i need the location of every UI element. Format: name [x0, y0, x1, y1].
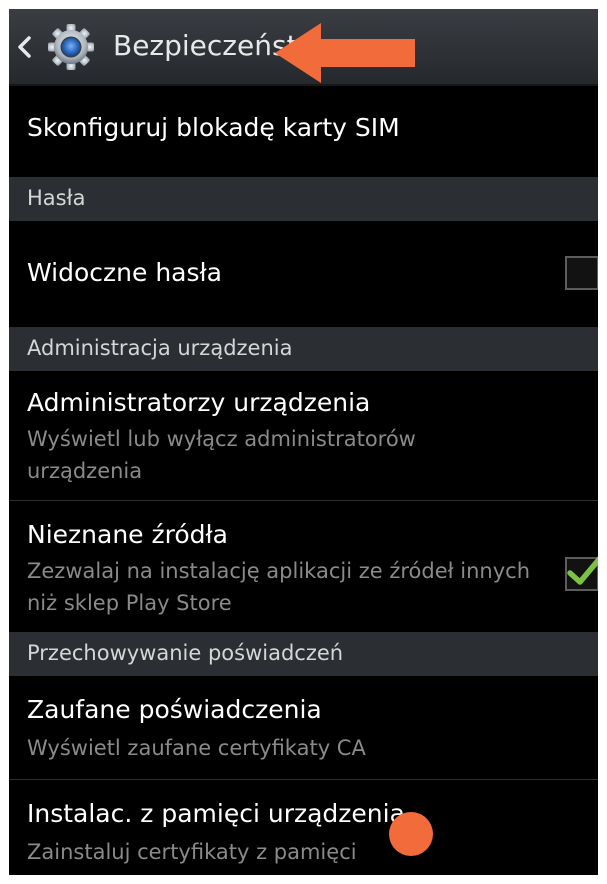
action-bar: Bezpieczeństwo: [9, 9, 598, 86]
visible-passwords-title: Widoczne hasła: [27, 258, 222, 287]
install-from-storage-item[interactable]: Instalac. z pamięci urządzenia Zainstalu…: [9, 780, 598, 875]
section-header-device-admin: Administracja urządzenia: [9, 327, 598, 371]
section-header-credential-storage: Przechowywanie poświadczeń: [9, 632, 598, 676]
unknown-sources-item[interactable]: Nieznane źródła Zezwalaj na instalację a…: [9, 501, 598, 631]
trusted-credentials-title: Zaufane poświadczenia: [27, 695, 322, 724]
chevron-left-icon: [18, 36, 31, 58]
annotation-arrow-icon: [275, 23, 415, 83]
section-label-passwords: Hasła: [27, 186, 86, 210]
visible-passwords-checkbox[interactable]: [565, 256, 598, 290]
device-admins-title: Administratorzy urządzenia: [27, 388, 371, 417]
sim-lock-item[interactable]: Skonfiguruj blokadę karty SIM: [9, 86, 598, 176]
device-admins-item[interactable]: Administratorzy urządzenia Wyświetl lub …: [9, 371, 598, 500]
trusted-credentials-item[interactable]: Zaufane poświadczenia Wyświetl zaufane c…: [9, 676, 598, 779]
annotation-marker: [389, 812, 433, 856]
gear-icon: [48, 24, 94, 70]
unknown-sources-title: Nieznane źródła: [27, 520, 228, 549]
visible-passwords-item[interactable]: Widoczne hasła: [9, 221, 598, 326]
section-label-credential-storage: Przechowywanie poświadczeń: [27, 641, 344, 665]
device-admins-subtitle: Wyświetl lub wyłącz administratorów urzą…: [27, 427, 416, 483]
section-label-device-admin: Administracja urządzenia: [27, 336, 293, 360]
checkmark-icon: [567, 556, 598, 585]
trusted-credentials-subtitle: Wyświetl zaufane certyfikaty CA: [27, 736, 366, 760]
install-from-storage-title: Instalac. z pamięci urządzenia: [27, 799, 405, 828]
back-button[interactable]: [9, 9, 101, 84]
security-settings-screen: Bezpieczeństwo Skonfiguruj blokadę karty…: [9, 9, 598, 875]
unknown-sources-subtitle: Zezwalaj na instalację aplikacji ze źród…: [27, 559, 531, 615]
install-from-storage-subtitle: Zainstaluj certyfikaty z pamięci: [27, 840, 357, 864]
unknown-sources-checkbox[interactable]: [565, 556, 598, 591]
section-header-passwords: Hasła: [9, 177, 598, 221]
sim-lock-title: Skonfiguruj blokadę karty SIM: [27, 113, 400, 142]
